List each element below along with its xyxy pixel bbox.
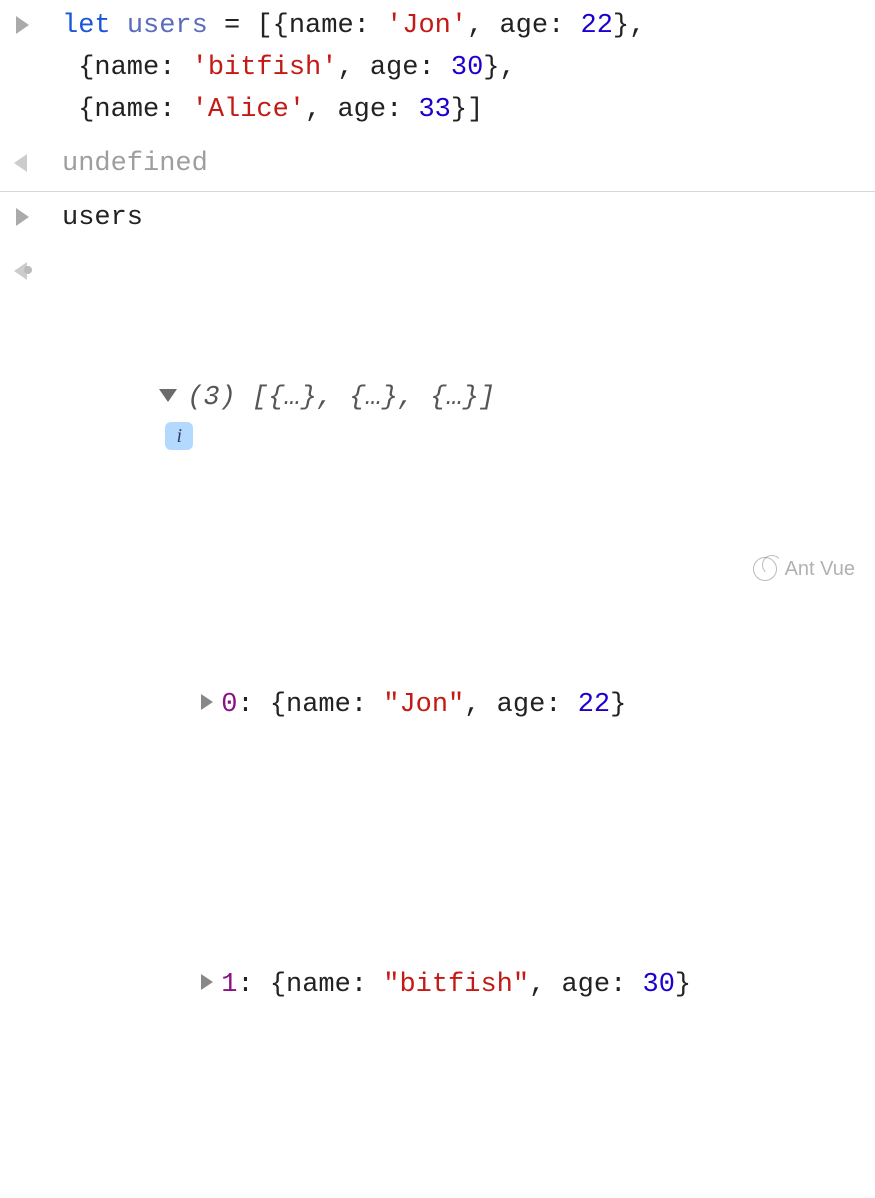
output-gutter <box>12 144 62 172</box>
index-key: 1 <box>221 970 237 1000</box>
output-object: (3) [{…}, {…}, {…}] i 0: {name: "Jon", a… <box>62 252 865 1198</box>
watermark-icon <box>753 557 777 581</box>
array-item[interactable]: 0: {name: "Jon", age: 22} <box>62 629 865 783</box>
chevron-right-icon <box>16 16 29 34</box>
watermark-text: Ant Vue <box>785 558 855 581</box>
console-output-row: undefined <box>0 138 875 193</box>
console-output-row: (3) [{…}, {…}, {…}] i 0: {name: "Jon", a… <box>0 246 875 1198</box>
output-gutter <box>12 252 62 280</box>
array-item[interactable]: 2: {name: "Alice", age: 33} <box>62 1188 865 1198</box>
console-input-row: users <box>0 192 875 246</box>
triangle-down-icon[interactable] <box>159 389 177 402</box>
input-gutter <box>12 6 62 34</box>
array-item[interactable]: 1: {name: "bitfish", age: 30} <box>62 908 865 1062</box>
keyword-let: let <box>62 11 111 41</box>
watermark: Ant Vue <box>753 557 855 581</box>
triangle-right-icon[interactable] <box>201 694 213 710</box>
input-code[interactable]: let users = [{name: 'Jon', age: 22}, {na… <box>62 6 865 132</box>
input-code[interactable]: users <box>62 198 865 240</box>
array-preview: [{…}, {…}, {…}] <box>236 383 495 413</box>
input-gutter <box>12 198 62 226</box>
chevron-left-icon <box>14 260 32 280</box>
chevron-left-icon <box>14 152 32 172</box>
triangle-right-icon[interactable] <box>201 974 213 990</box>
var-users: users <box>127 11 208 41</box>
output-undefined: undefined <box>62 144 865 186</box>
console-input-row: let users = [{name: 'Jon', age: 22}, {na… <box>0 0 875 138</box>
info-icon[interactable]: i <box>165 422 193 450</box>
array-length-summary: (3) <box>187 383 236 413</box>
array-summary-line[interactable]: (3) [{…}, {…}, {…}] i <box>62 336 865 503</box>
chevron-right-icon <box>16 208 29 226</box>
index-key: 0 <box>221 690 237 720</box>
